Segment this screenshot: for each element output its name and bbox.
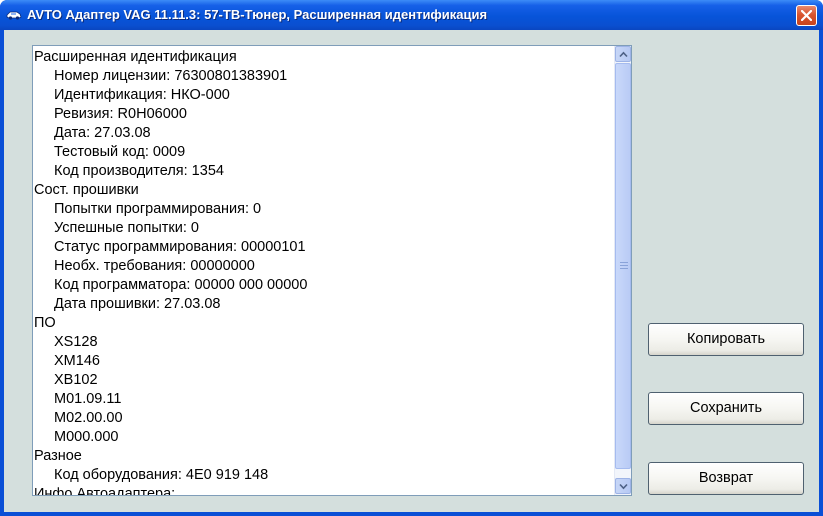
list-item[interactable]: Разное: [33, 447, 616, 466]
list-item[interactable]: Необх. требования: 00000000: [33, 257, 616, 276]
list-item[interactable]: Дата прошивки: 27.03.08: [33, 295, 616, 314]
identification-lines: Расширенная идентификация Номер лицензии:…: [33, 48, 616, 495]
list-item[interactable]: ПО: [33, 314, 616, 333]
back-button[interactable]: Возврат: [648, 462, 804, 495]
car-key-icon: [6, 8, 22, 22]
list-item[interactable]: Идентификация: НКО-000: [33, 86, 616, 105]
list-item[interactable]: XM146: [33, 352, 616, 371]
list-item[interactable]: Номер лицензии: 76300801383901: [33, 67, 616, 86]
identification-listbox[interactable]: Расширенная идентификация Номер лицензии:…: [32, 45, 632, 496]
list-item[interactable]: M02.00.00: [33, 409, 616, 428]
list-item[interactable]: XB102: [33, 371, 616, 390]
scroll-down-button[interactable]: [615, 478, 631, 494]
list-item[interactable]: Попытки программирования: 0: [33, 200, 616, 219]
title-bar[interactable]: AVTO Адаптер VAG 11.11.3: 57-TB-Тюнер, Р…: [0, 0, 823, 30]
chevron-down-icon: [619, 483, 628, 490]
close-button[interactable]: [796, 5, 817, 26]
list-item[interactable]: M01.09.11: [33, 390, 616, 409]
copy-button[interactable]: Копировать: [648, 323, 804, 356]
list-item[interactable]: Статус программирования: 00000101: [33, 238, 616, 257]
list-item[interactable]: Инфо Автоадаптера:: [33, 485, 616, 495]
list-item[interactable]: Тестовый код: 0009: [33, 143, 616, 162]
list-item[interactable]: Код производителя: 1354: [33, 162, 616, 181]
list-item[interactable]: Сост. прошивки: [33, 181, 616, 200]
chevron-up-icon: [619, 51, 628, 58]
list-item[interactable]: Расширенная идентификация: [33, 48, 616, 67]
vertical-scrollbar[interactable]: [614, 46, 631, 495]
window-title: AVTO Адаптер VAG 11.11.3: 57-TB-Тюнер, Р…: [27, 7, 488, 22]
scrollbar-grip: [620, 262, 628, 270]
dialog-client-area: Расширенная идентификация Номер лицензии:…: [4, 30, 819, 512]
scrollbar-thumb[interactable]: [615, 63, 631, 469]
list-item[interactable]: Дата: 27.03.08: [33, 124, 616, 143]
list-item[interactable]: Ревизия: R0H06000: [33, 105, 616, 124]
app-window: AVTO Адаптер VAG 11.11.3: 57-TB-Тюнер, Р…: [0, 0, 823, 516]
list-item[interactable]: Код оборудования: 4E0 919 148: [33, 466, 616, 485]
list-item[interactable]: XS128: [33, 333, 616, 352]
list-item[interactable]: M000.000: [33, 428, 616, 447]
list-item[interactable]: Успешные попытки: 0: [33, 219, 616, 238]
save-button[interactable]: Сохранить: [648, 392, 804, 425]
list-item[interactable]: Код программатора: 00000 000 00000: [33, 276, 616, 295]
scroll-up-button[interactable]: [615, 46, 631, 62]
close-icon: [801, 10, 812, 21]
